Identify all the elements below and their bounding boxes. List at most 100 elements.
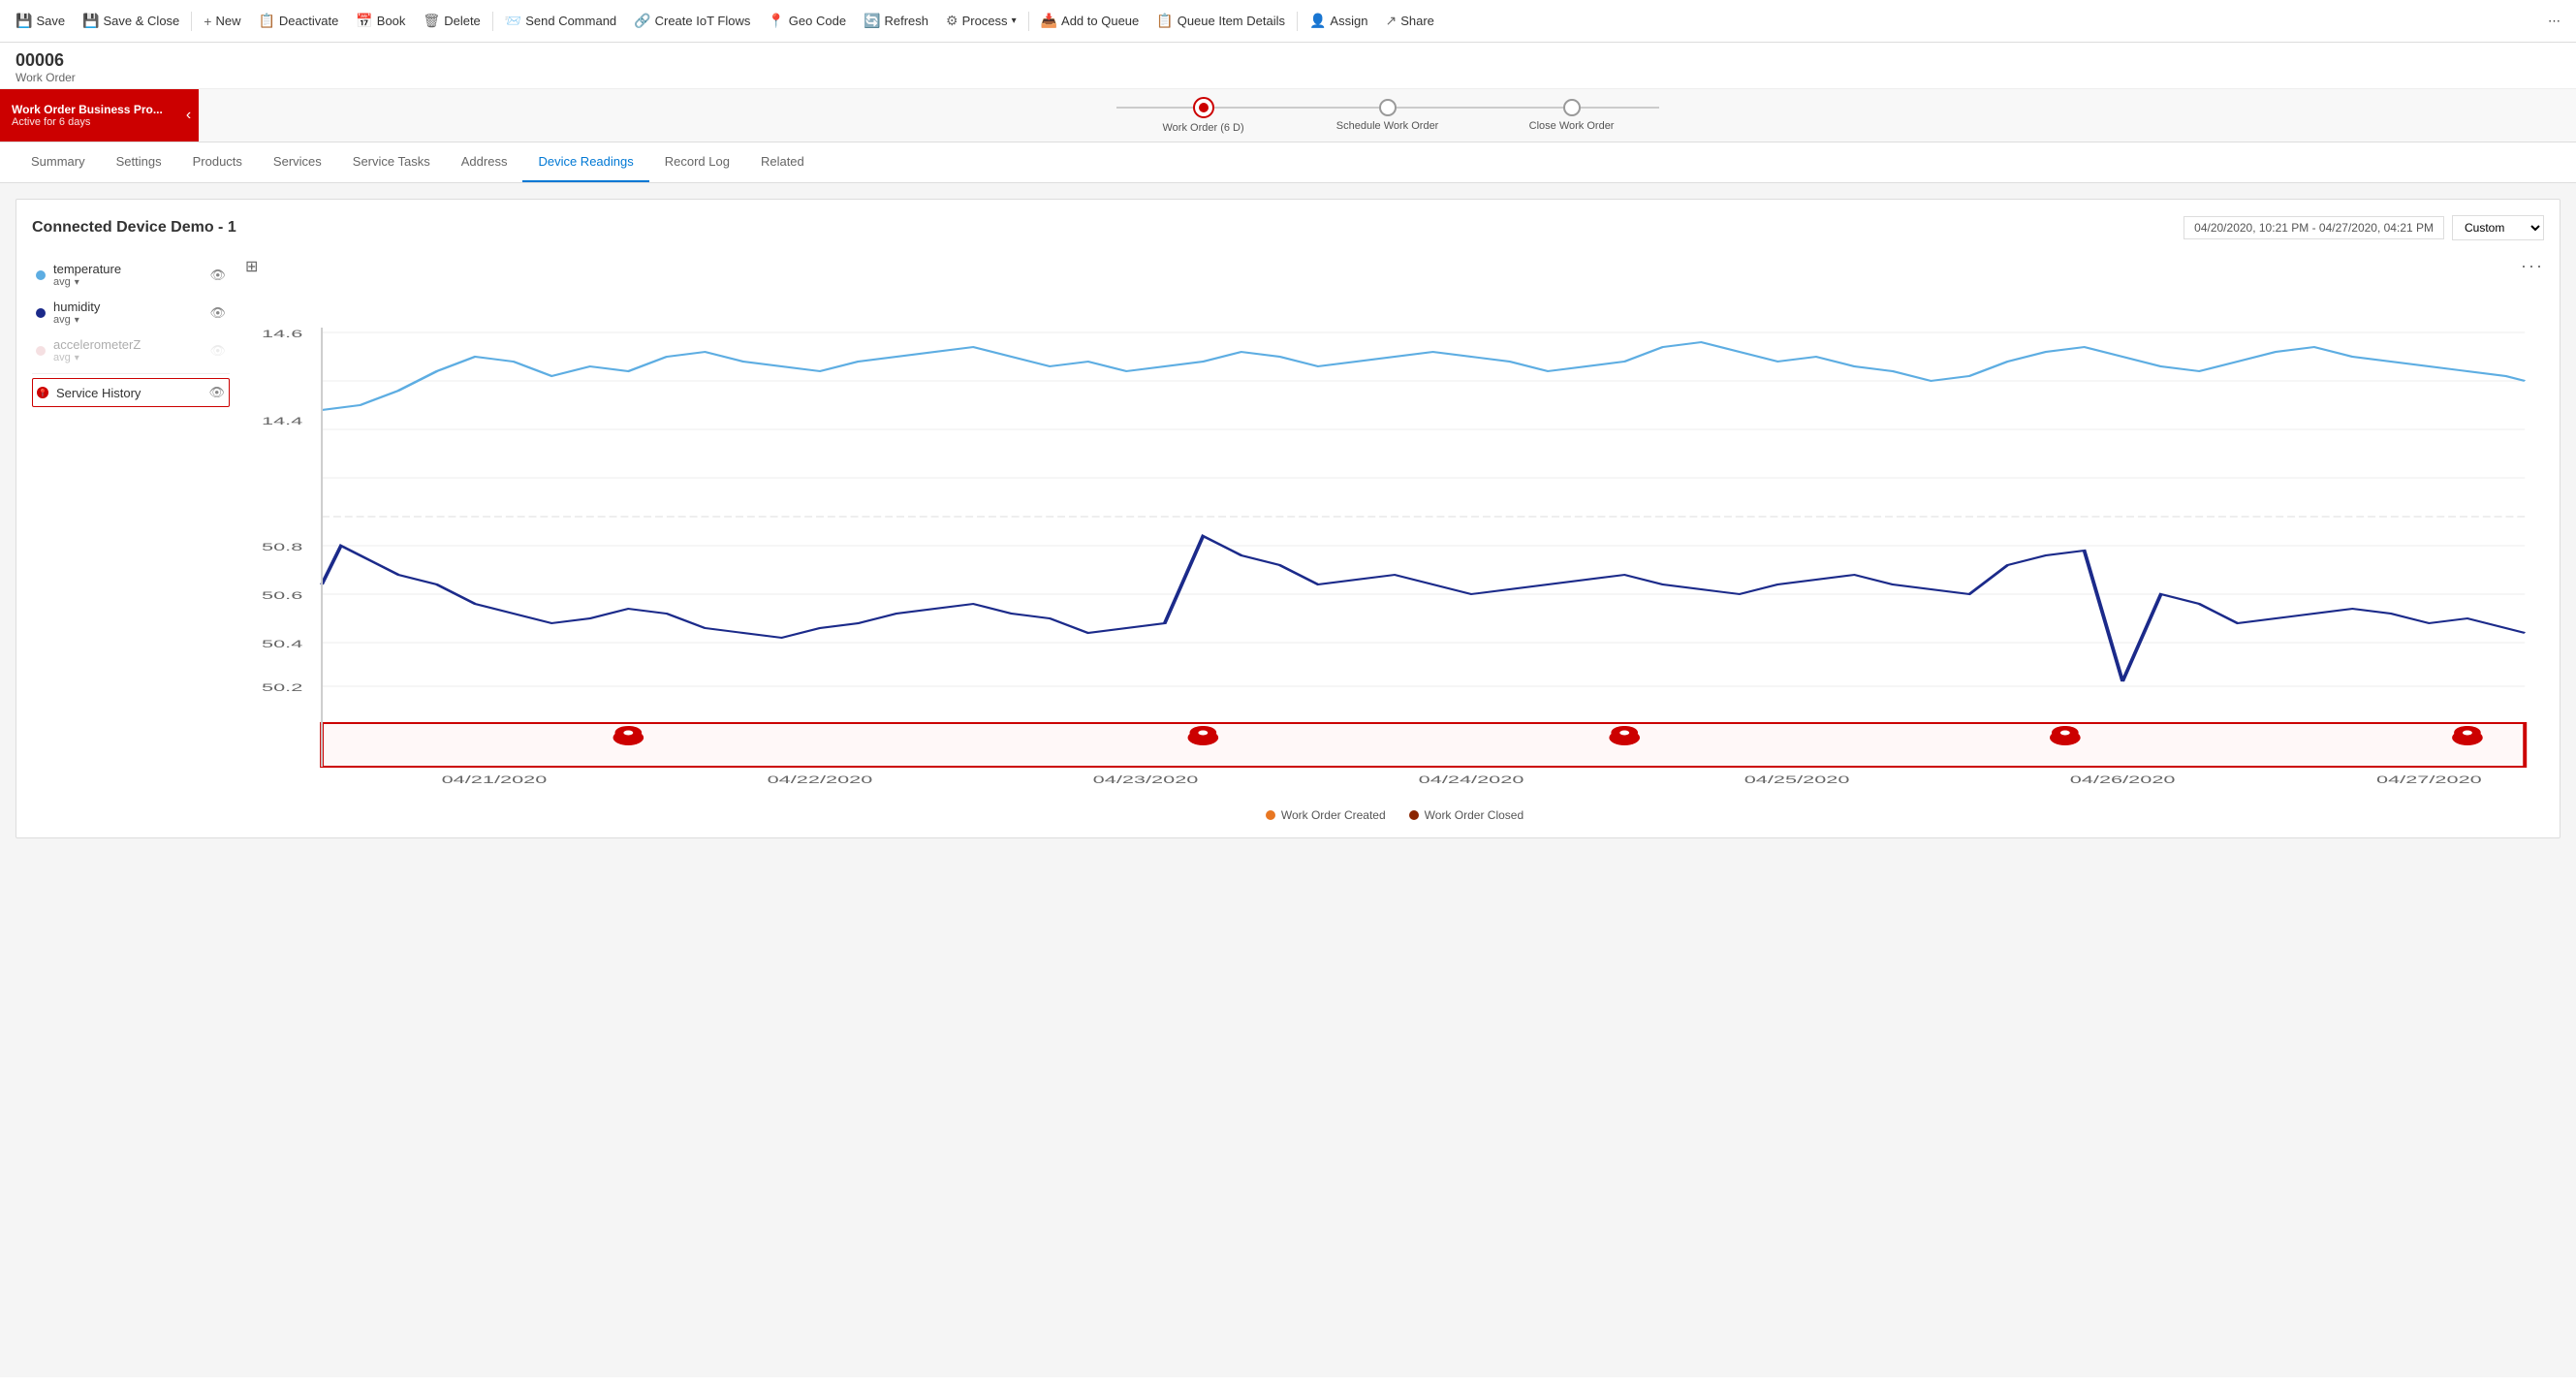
save-close-button[interactable]: 💾 Save & Close xyxy=(75,9,187,33)
tab-service-tasks[interactable]: Service Tasks xyxy=(337,142,446,182)
bpf-stage-schedule[interactable]: Schedule Work Order xyxy=(1291,99,1485,132)
delete-button[interactable]: 🗑 Delete xyxy=(415,9,487,33)
tab-related[interactable]: Related xyxy=(745,142,820,182)
legend-item-temperature[interactable]: temperature avg ▾ 👁 xyxy=(32,256,230,294)
new-icon: + xyxy=(204,14,211,29)
chart-header: Connected Device Demo - 1 04/20/2020, 10… xyxy=(32,215,2544,240)
chart-more-icon[interactable]: ··· xyxy=(2521,256,2544,276)
send-command-icon: 📨 xyxy=(505,13,521,29)
assign-icon: 👤 xyxy=(1309,13,1326,29)
refresh-button[interactable]: 🔄 Refresh xyxy=(856,9,936,33)
bpf-stage-circle-3 xyxy=(1563,99,1581,116)
send-command-button[interactable]: 📨 Send Command xyxy=(497,9,624,33)
share-button[interactable]: ↗ Share xyxy=(1377,9,1441,33)
deactivate-button[interactable]: 📋 Deactivate xyxy=(250,9,346,33)
layers-icon[interactable]: ⊞ xyxy=(245,257,258,276)
svg-text:14.4: 14.4 xyxy=(262,415,303,427)
nav-tabs: Summary Settings Products Services Servi… xyxy=(0,142,2576,183)
queue-item-details-button[interactable]: 📋 Queue Item Details xyxy=(1148,9,1293,33)
iot-flows-icon: 🔗 xyxy=(634,13,650,29)
footer-legend-work-order-created: Work Order Created xyxy=(1266,808,1386,822)
footer-legend-work-order-closed: Work Order Closed xyxy=(1409,808,1524,822)
process-dropdown-icon: ▾ xyxy=(1012,16,1017,26)
period-select[interactable]: Last Hour Last Day Last Week Custom xyxy=(2452,215,2544,240)
accelerometerZ-visibility-icon[interactable]: 👁 xyxy=(209,343,226,359)
tab-record-log[interactable]: Record Log xyxy=(649,142,745,182)
legend-item-left-humidity: humidity avg ▾ xyxy=(36,300,100,326)
humidity-label: humidity xyxy=(53,300,100,314)
toolbar-separator-4 xyxy=(1297,12,1298,31)
toolbar-separator-3 xyxy=(1028,12,1029,31)
delete-icon: 🗑 xyxy=(423,13,440,29)
legend-item-humidity[interactable]: humidity avg ▾ 👁 xyxy=(32,294,230,331)
assign-button[interactable]: 👤 Assign xyxy=(1302,9,1375,33)
chart-footer: Work Order Created Work Order Closed xyxy=(245,808,2544,822)
toolbar-separator xyxy=(191,12,192,31)
add-queue-icon: 📥 xyxy=(1041,13,1057,29)
humidity-visibility-icon[interactable]: 👁 xyxy=(209,305,226,321)
chart-area: ⊞ ··· 14.6 14.4 xyxy=(245,256,2544,822)
service-history-dot: 📍 xyxy=(37,387,48,398)
bpf-stage-close[interactable]: Close Work Order xyxy=(1485,99,1659,132)
chevron-down-icon: ▾ xyxy=(75,277,79,288)
temperature-label: temperature xyxy=(53,262,121,276)
svg-text:50.8: 50.8 xyxy=(262,541,302,553)
bpf-active-stage[interactable]: Work Order Business Pro... Active for 6 … xyxy=(0,89,178,142)
add-to-queue-button[interactable]: 📥 Add to Queue xyxy=(1033,9,1147,33)
svg-text:50.4: 50.4 xyxy=(262,638,303,650)
service-history-label: Service History xyxy=(56,386,141,400)
create-iot-flows-button[interactable]: 🔗 Create IoT Flows xyxy=(626,9,758,33)
chart-svg-container: 14.6 14.4 50.8 50 xyxy=(245,284,2544,801)
new-button[interactable]: + New xyxy=(196,10,248,33)
tab-products[interactable]: Products xyxy=(177,142,258,182)
work-order-created-label: Work Order Created xyxy=(1281,808,1386,822)
main-content: Connected Device Demo - 1 04/20/2020, 10… xyxy=(0,183,2576,1377)
humidity-agg: avg ▾ xyxy=(53,314,100,326)
tab-settings[interactable]: Settings xyxy=(101,142,177,182)
refresh-icon: 🔄 xyxy=(864,13,880,29)
process-button[interactable]: ⚙ Process ▾ xyxy=(938,9,1024,33)
tab-services[interactable]: Services xyxy=(258,142,337,182)
legend-item-left-temp: temperature avg ▾ xyxy=(36,262,121,288)
svg-text:04/25/2020: 04/25/2020 xyxy=(1744,773,1850,786)
svg-text:04/27/2020: 04/27/2020 xyxy=(2376,773,2482,786)
service-history-visibility-icon[interactable]: 👁 xyxy=(208,385,225,400)
bpf-stage-circle-1 xyxy=(1193,97,1214,118)
bpf-stage-label-1: Work Order (6 D) xyxy=(1163,122,1244,134)
geo-code-button[interactable]: 📍 Geo Code xyxy=(760,9,854,33)
more-button[interactable]: ⋯ xyxy=(2540,10,2568,33)
accelerometerZ-label: accelerometerZ xyxy=(53,337,141,352)
bpf-collapse-button[interactable]: ‹ xyxy=(178,89,199,142)
tab-address[interactable]: Address xyxy=(446,142,523,182)
legend-sidebar: temperature avg ▾ 👁 humi xyxy=(32,256,245,822)
bpf-stage-work-order[interactable]: Work Order (6 D) xyxy=(1116,97,1291,134)
work-order-closed-label: Work Order Closed xyxy=(1425,808,1524,822)
temperature-dot xyxy=(36,270,46,280)
accelerometerZ-agg: avg ▾ xyxy=(53,352,141,363)
bpf-stage-circle-2 xyxy=(1379,99,1397,116)
accelerometerZ-dot xyxy=(36,346,46,356)
bpf-stage-info: Active for 6 days xyxy=(12,116,163,128)
save-icon: 💾 xyxy=(16,13,32,29)
svg-text:04/23/2020: 04/23/2020 xyxy=(1093,773,1199,786)
save-close-icon: 💾 xyxy=(82,13,99,29)
temperature-visibility-icon[interactable]: 👁 xyxy=(209,268,226,283)
legend-item-accelerometerZ[interactable]: accelerometerZ avg ▾ 👁 xyxy=(32,331,230,369)
chart-body: temperature avg ▾ 👁 humi xyxy=(32,256,2544,822)
svg-text:50.2: 50.2 xyxy=(262,681,302,694)
process-icon: ⚙ xyxy=(946,13,958,29)
legend-item-service-history[interactable]: 📍 Service History 👁 xyxy=(32,378,230,407)
chart-header-right: 04/20/2020, 10:21 PM - 04/27/2020, 04:21… xyxy=(2183,215,2544,240)
humidity-dot xyxy=(36,308,46,318)
bpf-stage-label-3: Close Work Order xyxy=(1529,120,1615,132)
deactivate-icon: 📋 xyxy=(258,13,274,29)
svg-text:04/21/2020: 04/21/2020 xyxy=(442,773,548,786)
tab-device-readings[interactable]: Device Readings xyxy=(522,142,648,182)
legend-item-left-accel: accelerometerZ avg ▾ xyxy=(36,337,141,363)
tab-summary[interactable]: Summary xyxy=(16,142,101,182)
save-button[interactable]: 💾 Save xyxy=(8,9,73,33)
chart-controls: ⊞ ··· xyxy=(245,256,2544,276)
legend-item-left-history: 📍 Service History xyxy=(37,386,141,400)
svg-text:04/22/2020: 04/22/2020 xyxy=(768,773,873,786)
book-button[interactable]: 📅 Book xyxy=(348,9,413,33)
